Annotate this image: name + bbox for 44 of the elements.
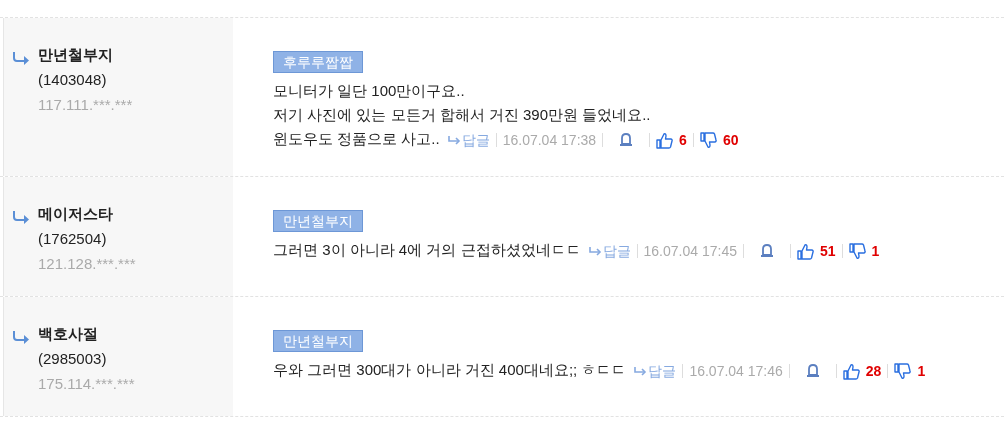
- timestamp: 16.07.04 17:46: [689, 362, 783, 382]
- user-id: (1762504): [38, 229, 108, 250]
- timestamp: 16.07.04 17:38: [502, 131, 597, 151]
- comment-text: 그러면 3이 아니라 4에 거의 근접하셨었네ㄷㄷ: [273, 241, 581, 259]
- reply-arrow-icon: [447, 135, 461, 146]
- timestamp: 16.07.04 17:45: [643, 242, 737, 262]
- ip-address: 117.111.***.***: [38, 95, 133, 115]
- user-id: (1403048): [38, 70, 108, 90]
- bell-icon[interactable]: [619, 133, 634, 148]
- thumbs-up-icon[interactable]: [796, 242, 814, 260]
- comment-text: 우와 그러면 300대가 아니라 거진 400대네요;; ㅎㄷㄷ: [273, 361, 627, 379]
- author-name: 메이저스타: [38, 204, 114, 225]
- reply-arrow-icon: [634, 366, 648, 377]
- reply-link[interactable]: 답글: [634, 359, 677, 384]
- dislike-count: 1: [917, 362, 926, 382]
- reply-target-tag: 후루루짭짭: [273, 51, 363, 73]
- thumbs-up-icon[interactable]: [842, 362, 860, 380]
- dislike-count: 60: [722, 131, 739, 151]
- like-count: 51: [819, 242, 836, 262]
- comment-text: 저기 사진에 있는 모든거 합해서 거진 390만원 들었네요..: [273, 106, 651, 123]
- reply-arrow-icon: [12, 210, 30, 225]
- author-name: 만년철부지: [38, 45, 114, 65]
- reply-arrow-icon: [12, 51, 30, 66]
- thumbs-down-icon[interactable]: [848, 242, 866, 260]
- like-count: 28: [865, 362, 882, 382]
- thumbs-up-icon[interactable]: [656, 131, 674, 149]
- like-count: 6: [679, 131, 687, 151]
- thumbs-down-icon[interactable]: [699, 131, 717, 149]
- comment-text: 모니터가 일단 100만이구요..: [273, 82, 465, 99]
- user-id: (2985003): [38, 349, 108, 370]
- reply-target-tag: 만년철부지: [273, 210, 363, 233]
- bell-icon[interactable]: [759, 244, 774, 259]
- reply-link[interactable]: 답글: [588, 239, 631, 264]
- bell-icon[interactable]: [805, 364, 820, 379]
- reply-arrow-icon: [588, 246, 602, 257]
- reply-link[interactable]: 답글: [447, 128, 490, 153]
- author-name: 백호사절: [38, 324, 99, 345]
- thumbs-down-icon[interactable]: [894, 362, 912, 380]
- comment-text: 윈도우도 정품으로 사고..: [273, 130, 440, 147]
- reply-arrow-icon: [12, 330, 30, 345]
- dislike-count: 1: [871, 242, 880, 262]
- reply-target-tag: 만년철부지: [273, 330, 363, 353]
- ip-address: 175.114.***.***: [38, 374, 135, 395]
- ip-address: 121.128.***.***: [38, 254, 136, 275]
